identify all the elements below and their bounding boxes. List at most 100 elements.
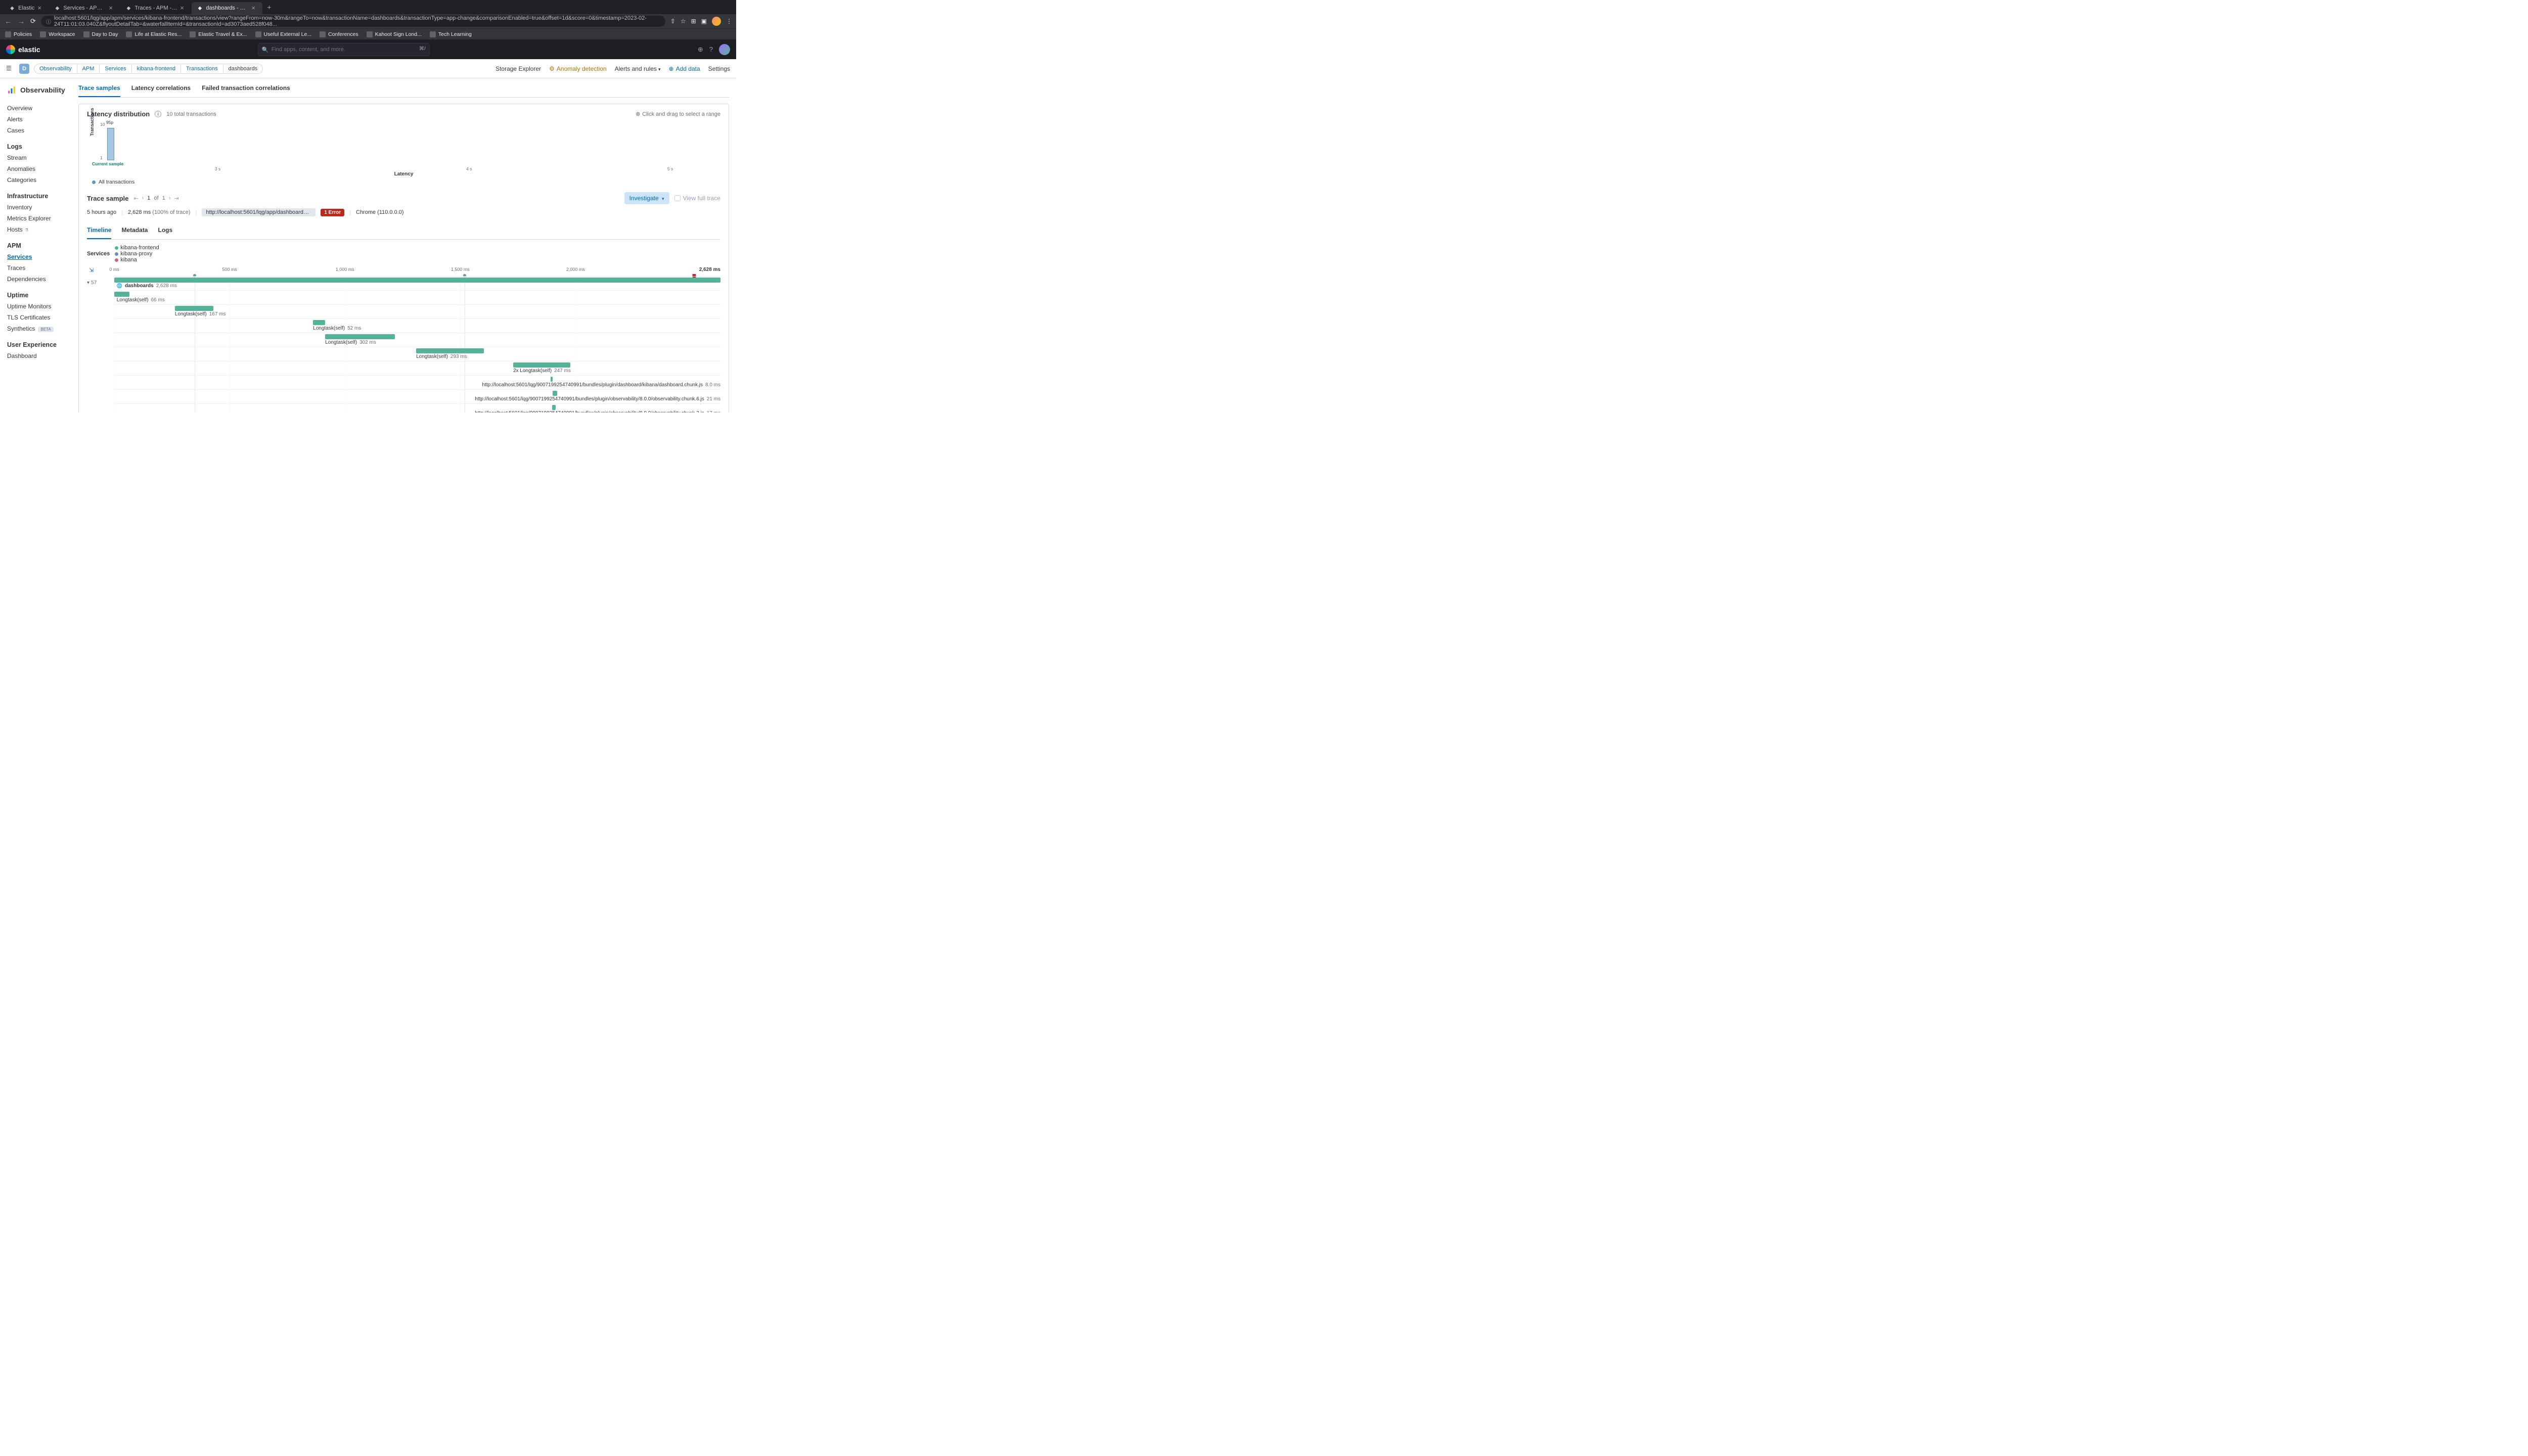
profile-avatar[interactable] [712,17,721,26]
bookmark-item[interactable]: Conferences [320,31,358,37]
waterfall-span-row[interactable]: 2x Longtask(self)247 ms [114,361,720,375]
nav-metrics-explorer[interactable]: Metrics Explorer [7,213,64,224]
nav-anomalies[interactable]: Anomalies [7,163,64,174]
nav-services[interactable]: Services [7,251,64,262]
user-avatar[interactable] [719,44,730,55]
service-legend-item[interactable]: kibana [115,257,159,263]
services-legend: Services kibana-frontendkibana-proxykiba… [87,245,720,263]
close-icon[interactable]: × [180,5,186,11]
bookmark-item[interactable]: Workspace [40,31,75,37]
add-data-link[interactable]: ⊕Add data [669,65,700,72]
nav-toggle[interactable] [6,65,14,73]
tab-latency-correlations[interactable]: Latency correlations [131,79,191,97]
y-tick: 1 [100,155,103,160]
browser-tab-active[interactable]: ◆dashboards - Transactions - k× [192,2,262,14]
back-button[interactable]: ← [4,17,12,25]
waterfall-span-row[interactable]: 🌐dashboards2,628 ms [114,276,720,290]
help-icon[interactable]: ? [709,46,713,53]
breadcrumb-item[interactable]: kibana-frontend [131,64,181,74]
share-icon[interactable]: ⇧ [670,18,675,25]
extensions-icon[interactable]: ⊞ [691,18,696,25]
tab-trace-samples[interactable]: Trace samples [78,79,120,97]
nav-stream[interactable]: Stream [7,152,64,163]
forward-button[interactable]: → [17,17,25,25]
investigate-button[interactable]: Investigate ▾ [624,192,669,204]
space-selector[interactable]: D [19,64,29,74]
waterfall-span-row[interactable]: Longtask(self)293 ms [114,347,720,361]
trace-pct: (100% of trace) [152,209,190,215]
settings-icon[interactable]: ⊕ [698,46,703,54]
breadcrumb-item[interactable]: Services [99,64,131,74]
page-last[interactable]: ⇥ [174,195,178,202]
reload-button[interactable]: ⟳ [30,17,36,25]
service-legend-item[interactable]: kibana-frontend [115,245,159,251]
elastic-logo[interactable]: elastic [6,45,40,54]
trace-url-badge[interactable]: http://localhost:5601/lqg/app/dashboards… [202,208,315,216]
bookmark-item[interactable]: Life at Elastic Res... [126,31,182,37]
bookmark-item[interactable]: Kahoot Sign Lond... [367,31,422,37]
nav-synthetics[interactable]: SyntheticsBETA [7,323,64,334]
close-icon[interactable]: × [37,5,43,11]
nav-inventory[interactable]: Inventory [7,202,64,213]
nav-uptime-monitors[interactable]: Uptime Monitors [7,301,64,312]
waterfall-span-row[interactable]: http://localhost:5601/lqg/90071992547409… [114,403,720,413]
checkbox[interactable] [674,195,681,201]
breadcrumb-item[interactable]: Transactions [180,64,223,74]
page-first[interactable]: ⇤ [133,195,138,202]
service-legend-item[interactable]: kibana-proxy [115,251,159,257]
page-next[interactable]: › [169,195,171,201]
sidebar: Observability OverviewAlertsCasesLogsStr… [0,78,71,413]
nav-categories[interactable]: Categories [7,174,64,186]
bookmark-icon[interactable]: ☆ [681,18,686,25]
panel-icon[interactable]: ▣ [701,18,707,25]
nav-overview[interactable]: Overview [7,103,64,114]
waterfall-span-row[interactable]: http://localhost:5601/lqg/90071992547409… [114,389,720,403]
info-icon[interactable]: i [155,111,161,117]
bookmark-item[interactable]: Elastic Travel & Ex... [190,31,247,37]
url-field[interactable]: ⓘlocalhost:5601/lqg/app/apm/services/kib… [41,16,665,27]
anomaly-detection-link[interactable]: ⚙Anomaly detection [549,65,607,72]
storage-explorer-link[interactable]: Storage Explorer [495,65,541,72]
alerts-rules-dropdown[interactable]: Alerts and rules▾ [615,65,661,72]
waterfall-span-row[interactable]: Longtask(self)167 ms [114,304,720,318]
waterfall-span-row[interactable]: Longtask(self)66 ms [114,290,720,304]
nav-dependencies[interactable]: Dependencies [7,274,64,285]
latency-chart[interactable]: Transactions 10 1 95p Current sample 3 s… [92,121,720,171]
nav-dashboard[interactable]: Dashboard [7,350,64,361]
waterfall-span-row[interactable]: Longtask(self)302 ms [114,333,720,347]
nav-alerts[interactable]: Alerts [7,114,64,125]
nav-cases[interactable]: Cases [7,125,64,136]
close-icon[interactable]: × [109,5,115,11]
browser-tab[interactable]: ◆Elastic× [4,2,49,14]
settings-link[interactable]: Settings [708,65,730,72]
page-prev[interactable]: ‹ [142,195,144,201]
menu-icon[interactable]: ⋮ [726,18,732,25]
tab-timeline[interactable]: Timeline [87,221,111,239]
view-full-trace[interactable]: View full trace [674,195,720,202]
tab-metadata[interactable]: Metadata [121,221,148,239]
close-icon[interactable]: × [251,5,257,11]
axis-expand-icon[interactable]: ⇲ [89,267,94,274]
nav-hosts[interactable]: Hosts⚗ [7,224,64,235]
bookmark-item[interactable]: Policies [5,31,32,37]
waterfall-span-row[interactable]: Longtask(self)52 ms [114,318,720,333]
browser-tab[interactable]: ◆Traces - APM - Observability× [120,2,191,14]
breadcrumb-item[interactable]: APM [77,64,100,74]
search-input[interactable] [258,43,430,56]
nav-traces[interactable]: Traces [7,262,64,274]
waterfall-span-row[interactable]: http://localhost:5601/lqg/90071992547409… [114,375,720,389]
tab-logs[interactable]: Logs [158,221,172,239]
error-badge[interactable]: 1 Error [321,209,344,216]
nav-tls-certificates[interactable]: TLS Certificates [7,312,64,323]
bookmark-item[interactable]: Useful External Le... [255,31,312,37]
collapse-toggle[interactable]: ▾57 [87,280,97,286]
browser-tab[interactable]: ◆Services - APM - Observability× [49,2,120,14]
ruler-tick: 1,000 ms [336,267,354,272]
span-label: Longtask(self)66 ms [117,297,165,303]
bookmark-item[interactable]: Day to Day [83,31,118,37]
new-tab-button[interactable]: + [267,3,271,11]
tab-failed-correlations[interactable]: Failed transaction correlations [202,79,290,97]
breadcrumb-item[interactable]: Observability [34,64,77,74]
bookmark-item[interactable]: Tech Learning [430,31,472,37]
breadcrumb-item[interactable]: dashboards [223,64,263,74]
